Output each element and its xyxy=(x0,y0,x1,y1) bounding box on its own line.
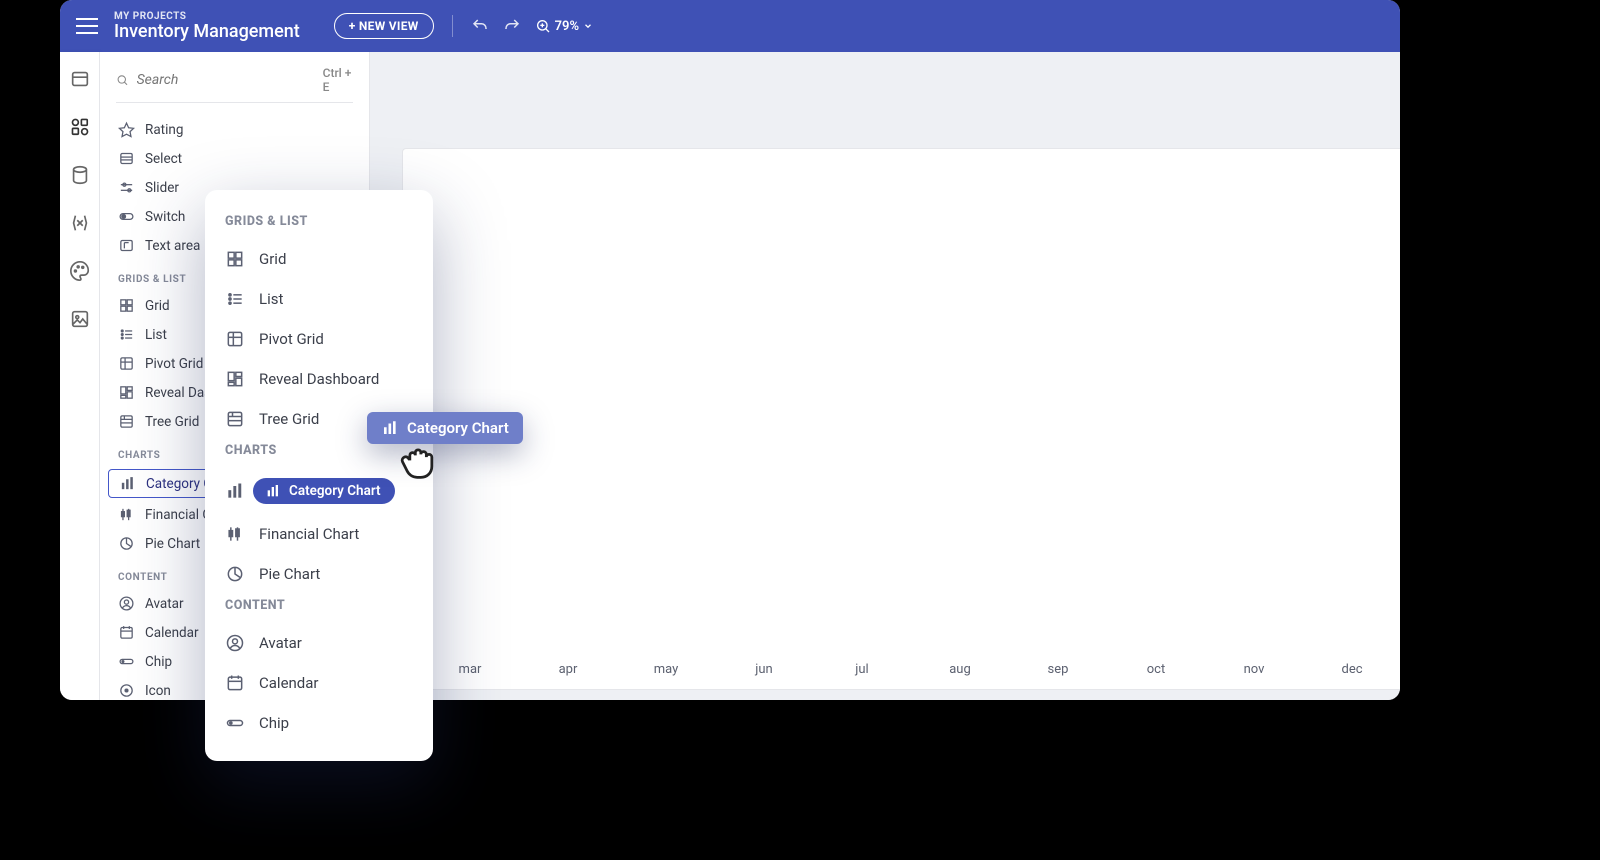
rail-image-icon[interactable] xyxy=(69,308,91,330)
popover-item-grid[interactable]: Grid xyxy=(217,239,421,279)
popover-label: Tree Grid xyxy=(259,410,319,428)
bar-label: nov xyxy=(1244,662,1265,677)
category-chart[interactable]: mar apr may jun jul aug sep oct nov dec xyxy=(402,148,1400,690)
rail-data-icon[interactable] xyxy=(69,68,91,90)
zoom-control[interactable]: 79% xyxy=(535,18,593,34)
popover-label: Reveal Dashboard xyxy=(259,370,379,388)
popover-item-bar-chart[interactable]: Category Chart xyxy=(217,468,421,514)
component-item-select[interactable]: Select xyxy=(100,144,369,173)
component-label: Avatar xyxy=(145,596,184,612)
popover-label: Category Chart xyxy=(289,483,381,499)
topbar: MY PROJECTS Inventory Management + NEW V… xyxy=(60,0,1400,52)
component-label: Calendar xyxy=(145,625,199,641)
rail-theme-icon[interactable] xyxy=(69,260,91,282)
title-block: MY PROJECTS Inventory Management xyxy=(114,11,300,42)
breadcrumb[interactable]: MY PROJECTS xyxy=(114,11,300,22)
magnifier-icon xyxy=(535,18,551,34)
popover-label: Financial Chart xyxy=(259,525,359,543)
rail-components-icon[interactable] xyxy=(69,116,91,138)
left-rail xyxy=(60,52,100,700)
popover-item-finchart[interactable]: Financial Chart xyxy=(217,514,421,554)
component-label: List xyxy=(145,327,167,343)
component-label: Text area xyxy=(145,238,200,254)
new-view-button[interactable]: + NEW VIEW xyxy=(334,13,434,39)
popover-item-calendar[interactable]: Calendar xyxy=(217,663,421,703)
popover-label: Calendar xyxy=(259,674,319,692)
popover-label: Avatar xyxy=(259,634,302,652)
popover-section-header: GRIDS & LIST xyxy=(217,210,421,239)
bar-label: sep xyxy=(1048,662,1069,677)
divider xyxy=(452,15,453,37)
popover-item-chip[interactable]: Chip xyxy=(217,703,421,743)
canvas[interactable]: mar apr may jun jul aug sep oct nov dec xyxy=(370,52,1400,700)
bar-label: may xyxy=(654,662,679,677)
bar-label: dec xyxy=(1341,662,1362,677)
component-item-star[interactable]: Rating xyxy=(100,115,369,144)
popover-label: Grid xyxy=(259,250,286,268)
component-label: Slider xyxy=(145,180,179,196)
bar-col: apr xyxy=(527,652,609,677)
component-label: Grid xyxy=(145,298,170,314)
component-label: Chip xyxy=(145,654,172,670)
bar-col: jun xyxy=(723,652,805,677)
popover-label: List xyxy=(259,290,283,308)
popover-label: Chip xyxy=(259,714,289,732)
component-label: Icon xyxy=(145,683,171,699)
bar-label: oct xyxy=(1147,662,1165,677)
rail-variables-icon[interactable] xyxy=(69,212,91,234)
popover-item-pivot[interactable]: Pivot Grid xyxy=(217,319,421,359)
bar-col: nov xyxy=(1213,652,1295,677)
drag-token[interactable]: Category Chart xyxy=(367,412,523,444)
component-label: Switch xyxy=(145,209,185,225)
component-label: Select xyxy=(145,151,182,167)
bar-col: aug xyxy=(919,652,1001,677)
search-row: Ctrl + E xyxy=(116,66,353,103)
bar-label: apr xyxy=(559,662,578,677)
bar-col: mar xyxy=(429,652,511,677)
hamburger-icon[interactable] xyxy=(74,13,100,39)
popover-label: Pie Chart xyxy=(259,565,320,583)
popover-item-list[interactable]: List xyxy=(217,279,421,319)
component-label: Rating xyxy=(145,122,183,138)
zoom-value: 79% xyxy=(555,19,579,34)
page-title: Inventory Management xyxy=(114,22,300,42)
bar-chart-icon xyxy=(381,419,399,437)
component-label: Pivot Grid xyxy=(145,356,203,372)
component-label: Pie Chart xyxy=(145,536,200,552)
search-icon xyxy=(116,72,129,88)
bar-col: oct xyxy=(1115,652,1197,677)
bar-label: jul xyxy=(855,662,868,677)
popover-item-avatar[interactable]: Avatar xyxy=(217,623,421,663)
popover-item-dashboard[interactable]: Reveal Dashboard xyxy=(217,359,421,399)
undo-icon[interactable] xyxy=(471,17,489,35)
search-input[interactable] xyxy=(137,72,315,88)
bar-col: may xyxy=(625,652,707,677)
redo-icon[interactable] xyxy=(503,17,521,35)
bar-label: jun xyxy=(755,662,772,677)
drag-label: Category Chart xyxy=(407,419,509,437)
component-label: Tree Grid xyxy=(145,414,199,430)
rail-database-icon[interactable] xyxy=(69,164,91,186)
bar-col: dec xyxy=(1311,652,1393,677)
chart-area: mar apr may jun jul aug sep oct nov dec xyxy=(425,167,1397,677)
bar-col: jul xyxy=(821,652,903,677)
search-shortcut: Ctrl + E xyxy=(323,66,353,94)
popover-item-pie[interactable]: Pie Chart xyxy=(217,554,421,594)
popover-chip[interactable]: Category Chart xyxy=(253,478,395,504)
bar-label: aug xyxy=(949,662,971,677)
popover-section-header: CONTENT xyxy=(217,594,421,623)
bar-col: sep xyxy=(1017,652,1099,677)
popover-label: Pivot Grid xyxy=(259,330,324,348)
grab-cursor-icon xyxy=(397,437,441,481)
chevron-down-icon xyxy=(583,21,593,31)
bar-label: mar xyxy=(459,662,482,677)
